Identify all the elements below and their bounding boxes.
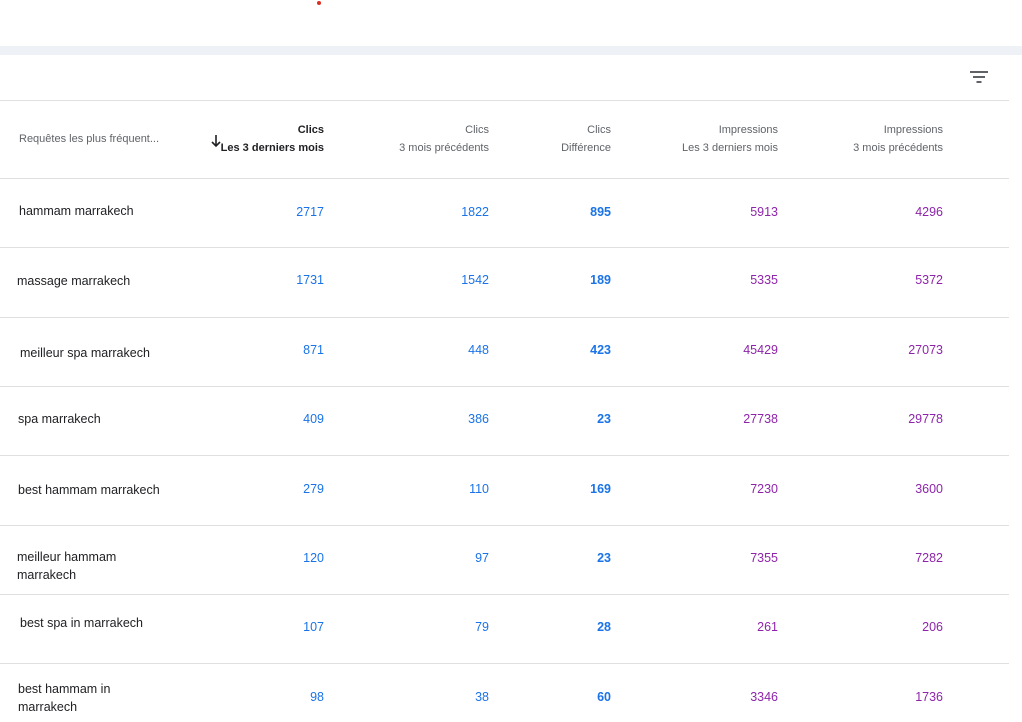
- column-header-clicks-diff-period: Différence: [561, 142, 611, 154]
- query-cell: best spa in marrakech: [20, 616, 143, 630]
- filter-icon[interactable]: [968, 66, 990, 88]
- queries-table-card: Requêtes les plus fréquent... Clics Les …: [0, 55, 1009, 722]
- column-header-impressions-current-metric: Impressions: [718, 124, 778, 136]
- clicks-previous-cell: 448: [468, 343, 489, 357]
- clicks-current-cell: 120: [303, 551, 324, 565]
- query-cell: massage marrakech: [17, 274, 131, 288]
- table-row[interactable]: meilleur hammam marrakech 120 97 23 7355…: [0, 526, 1009, 595]
- column-header-query[interactable]: Requêtes les plus fréquent...: [19, 130, 159, 148]
- column-header-query-label: Requêtes les plus fréquent...: [19, 133, 160, 145]
- impressions-current-cell: 7355: [750, 551, 778, 565]
- clicks-previous-cell: 79: [475, 620, 489, 634]
- impressions-current-cell: 7230: [750, 482, 778, 496]
- impressions-current-cell: 27738: [743, 412, 778, 426]
- table-row[interactable]: best hammam in marrakech 98 38 60 3346 1…: [0, 664, 1009, 722]
- impressions-previous-cell: 7282: [915, 551, 943, 565]
- clicks-previous-cell: 110: [469, 482, 489, 496]
- clicks-diff-cell: 895: [590, 205, 611, 219]
- table-row[interactable]: spa marrakech 409 386 23 27738 29778: [0, 387, 1009, 456]
- column-header-clicks-current-metric: Clics: [297, 124, 324, 136]
- impressions-previous-cell: 206: [922, 620, 943, 634]
- column-header-clicks-current-period: Les 3 derniers mois: [220, 142, 324, 154]
- query-cell: hammam marrakech: [19, 204, 134, 218]
- clicks-current-cell: 409: [303, 412, 324, 426]
- impressions-previous-cell: 29778: [908, 412, 943, 426]
- table-row[interactable]: best spa in marrakech 107 79 28 261 206: [0, 595, 1009, 664]
- clicks-current-cell: 871: [303, 343, 324, 357]
- table-row[interactable]: best hammam marrakech 279 110 169 7230 3…: [0, 456, 1009, 526]
- column-header-clicks-previous-metric: Clics: [465, 124, 489, 136]
- clicks-diff-cell: 23: [597, 551, 611, 565]
- table-row[interactable]: massage marrakech 1731 1542 189 5335 537…: [0, 248, 1009, 318]
- clicks-previous-cell: 97: [475, 551, 489, 565]
- query-cell: spa marrakech: [18, 412, 101, 426]
- column-header-impressions-previous-period: 3 mois précédents: [853, 142, 943, 154]
- clicks-previous-cell: 1542: [461, 273, 489, 287]
- column-header-impressions-previous[interactable]: Impressions 3 mois précédents: [853, 121, 943, 157]
- top-area: [0, 0, 1022, 46]
- column-header-clicks-diff-metric: Clics: [587, 124, 611, 136]
- clicks-diff-cell: 23: [597, 412, 611, 426]
- impressions-previous-cell: 27073: [908, 343, 943, 357]
- impressions-current-cell: 261: [757, 620, 778, 634]
- impressions-previous-cell: 4296: [915, 205, 943, 219]
- column-header-clicks-previous[interactable]: Clics 3 mois précédents: [399, 121, 489, 157]
- column-header-impressions-previous-metric: Impressions: [883, 124, 943, 136]
- clicks-diff-cell: 169: [590, 482, 611, 496]
- indicator-dot: [317, 1, 321, 5]
- query-cell: meilleur hammam marrakech: [17, 550, 117, 582]
- clicks-diff-cell: 60: [597, 690, 611, 704]
- impressions-current-cell: 3346: [750, 690, 778, 704]
- column-header-clicks-current[interactable]: Clics Les 3 derniers mois: [221, 121, 324, 157]
- clicks-previous-cell: 386: [468, 412, 489, 426]
- column-header-clicks-diff[interactable]: Clics Différence: [561, 121, 611, 157]
- table-toolbar: [0, 55, 1009, 101]
- scroll-area: [1009, 55, 1022, 722]
- impressions-current-cell: 5913: [750, 205, 778, 219]
- clicks-current-cell: 279: [303, 482, 324, 496]
- clicks-current-cell: 1731: [296, 273, 324, 287]
- impressions-previous-cell: 3600: [915, 482, 943, 496]
- impressions-previous-cell: 1736: [915, 690, 943, 704]
- impressions-current-cell: 5335: [750, 273, 778, 287]
- query-cell: meilleur spa marrakech: [20, 346, 150, 360]
- clicks-current-cell: 2717: [296, 205, 324, 219]
- impressions-previous-cell: 5372: [915, 273, 943, 287]
- column-header-clicks-previous-period: 3 mois précédents: [399, 142, 489, 154]
- column-header-impressions-current-period: Les 3 derniers mois: [682, 142, 778, 154]
- clicks-current-cell: 98: [310, 690, 324, 704]
- clicks-current-cell: 107: [303, 620, 324, 634]
- clicks-previous-cell: 1822: [461, 205, 489, 219]
- impressions-current-cell: 45429: [743, 343, 778, 357]
- clicks-diff-cell: 189: [590, 273, 611, 287]
- column-header-impressions-current[interactable]: Impressions Les 3 derniers mois: [682, 121, 778, 157]
- table-header: Requêtes les plus fréquent... Clics Les …: [0, 101, 1009, 179]
- clicks-diff-cell: 28: [597, 620, 611, 634]
- clicks-previous-cell: 38: [475, 690, 489, 704]
- query-cell: best hammam marrakech: [18, 483, 160, 497]
- table-row[interactable]: hammam marrakech 2717 1822 895 5913 4296: [0, 179, 1009, 248]
- table-row[interactable]: meilleur spa marrakech 871 448 423 45429…: [0, 318, 1009, 387]
- clicks-diff-cell: 423: [590, 343, 611, 357]
- query-cell: best hammam in marrakech: [18, 682, 111, 714]
